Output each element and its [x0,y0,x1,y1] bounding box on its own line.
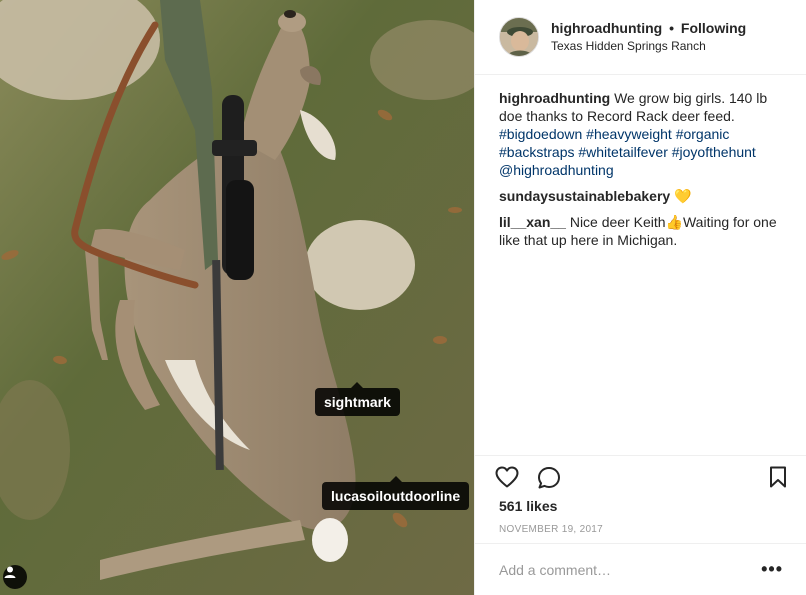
action-bar [475,455,806,495]
caption-mention[interactable]: @highroadhunting [499,162,614,178]
person-icon [4,566,16,578]
product-tag-lucasoiloutdoorline[interactable]: lucasoiloutdoorline [322,476,470,510]
add-comment-bar: ••• [475,543,806,595]
list-item: sundaysustainablebakery 💛 [499,187,782,205]
location-link[interactable]: Texas Hidden Springs Ranch [551,37,746,55]
comment-icon[interactable] [537,466,561,495]
caption: highroadhunting We grow big girls. 140 l… [499,89,782,179]
avatar-image [500,18,538,56]
avatar[interactable] [499,17,539,57]
post-photo[interactable]: sightmark lucasoiloutdoorline [0,0,474,595]
comment-input[interactable] [499,561,762,578]
likes-count[interactable]: 561 likes [499,498,557,514]
caption-hashtags[interactable]: #bigdoedown #heavyweight #organic #backs… [499,126,756,160]
comment-text: 💛 [674,188,692,204]
post-date: NOVEMBER 19, 2017 [499,524,604,535]
header-text: highroadhunting • Following Texas Hidden… [551,19,746,55]
post-header: highroadhunting • Following Texas Hidden… [475,0,806,75]
header-username[interactable]: highroadhunting [551,20,662,36]
following-button[interactable]: Following [681,20,746,36]
header-top-line: highroadhunting • Following [551,19,746,37]
post-details-panel: highroadhunting • Following Texas Hidden… [474,0,806,595]
caption-username[interactable]: highroadhunting [499,90,610,106]
more-options-icon[interactable]: ••• [761,559,783,580]
comment-username[interactable]: lil__xan__ [499,214,566,230]
header-separator: • [669,20,674,36]
comment-username[interactable]: sundaysustainablebakery [499,188,670,204]
product-tag-sightmark[interactable]: sightmark [315,382,400,416]
user-tag-icon[interactable] [3,565,27,589]
heart-icon[interactable] [495,466,519,493]
bookmark-icon[interactable] [769,466,787,493]
comments-section: highroadhunting We grow big girls. 140 l… [475,75,806,249]
list-item: lil__xan__ Nice deer Keith👍Waiting for o… [499,213,782,249]
